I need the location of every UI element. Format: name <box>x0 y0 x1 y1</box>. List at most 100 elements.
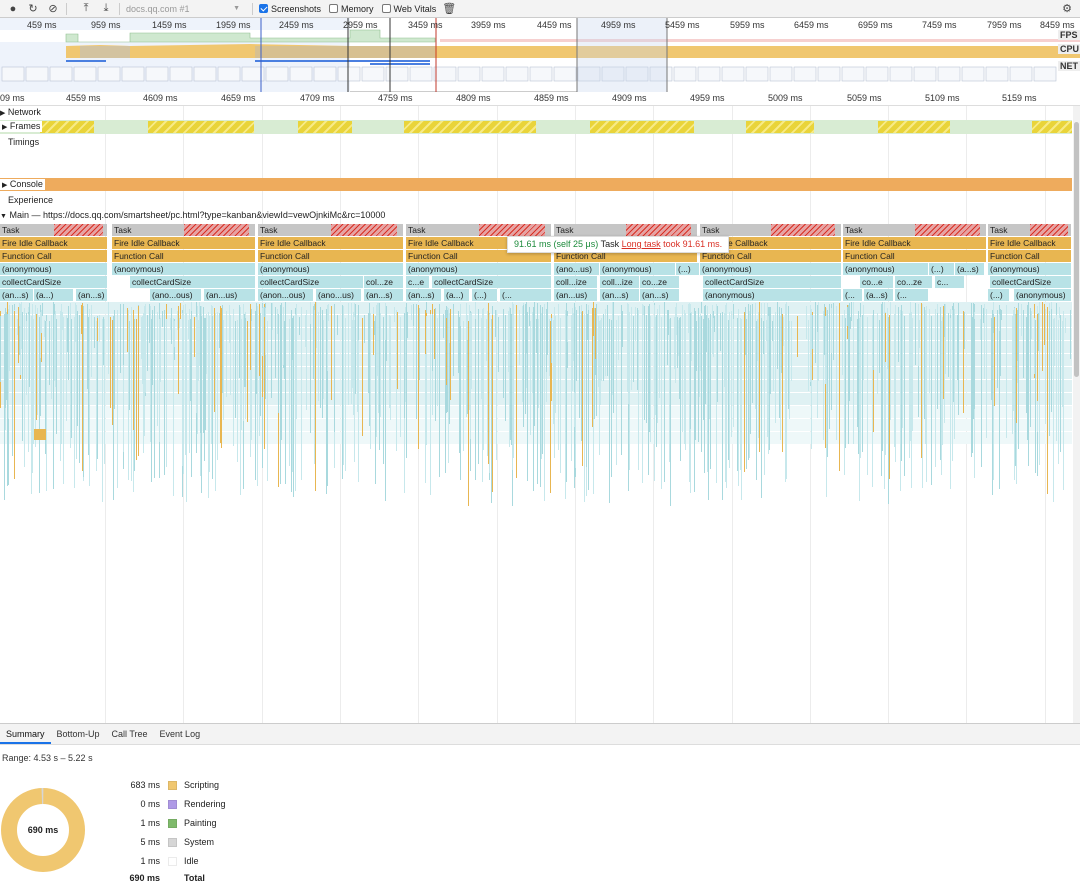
recording-select[interactable]: docs.qq.com #1 ▼ <box>126 4 246 14</box>
anonymous-block[interactable]: (a...) <box>444 289 470 301</box>
long-task-link[interactable]: Long task <box>622 239 661 249</box>
collect-card-size-block[interactable]: collectCardSize <box>432 276 552 288</box>
anonymous-block[interactable]: (...) <box>676 263 700 275</box>
anonymous-block[interactable]: (ano...us) <box>554 263 600 275</box>
anonymous-block[interactable]: (... <box>843 289 863 301</box>
collect-card-size-block[interactable]: collectCardSize <box>703 276 842 288</box>
frames-track[interactable]: ▶ Frames <box>0 120 1072 134</box>
fire-idle-callback-block[interactable]: Fire Idle Callback <box>843 237 987 249</box>
collect-card-size-block[interactable]: c... <box>935 276 965 288</box>
anonymous-block[interactable]: (anonymous) <box>700 263 842 275</box>
collect-card-size-block[interactable]: co...ze <box>895 276 933 288</box>
collect-card-size-block[interactable]: co...e <box>860 276 894 288</box>
trash-icon[interactable]: 🗑 <box>442 2 456 16</box>
clear-icon[interactable]: ⊘ <box>46 2 60 16</box>
flame-scrollbar-thumb[interactable] <box>1074 122 1079 377</box>
anonymous-block[interactable]: (an...s) <box>600 289 640 301</box>
upload-icon[interactable]: ⤒ <box>79 2 93 16</box>
record-icon[interactable]: ● <box>6 2 20 16</box>
screenshots-checkbox[interactable]: Screenshots <box>259 4 321 14</box>
flame-chart[interactable]: Task Fire Idle Callback Function Call Task F… <box>0 222 1072 722</box>
tab-summary[interactable]: Summary <box>0 724 51 744</box>
console-track[interactable]: ▶ Console <box>0 178 1072 191</box>
overview-tick-label: 5459 ms <box>665 20 700 30</box>
anonymous-block[interactable]: (...) <box>929 263 955 275</box>
anonymous-block[interactable]: (ano...ous) <box>150 289 202 301</box>
frame-bar[interactable] <box>1032 121 1072 133</box>
long-task-marker <box>479 224 545 236</box>
overview-tick-label: 3459 ms <box>408 20 443 30</box>
anonymous-block[interactable]: (anonymous) <box>112 263 256 275</box>
frame-bar[interactable] <box>746 121 814 133</box>
download-icon[interactable]: ⤓ <box>99 2 113 16</box>
anonymous-block[interactable]: (a...) <box>34 289 74 301</box>
gear-icon[interactable]: ⚙ <box>1060 2 1074 16</box>
frame-bar[interactable] <box>878 121 950 133</box>
anonymous-block[interactable]: (anonymous) <box>406 263 552 275</box>
fire-idle-callback-block[interactable]: Fire Idle Callback <box>988 237 1072 249</box>
anonymous-block[interactable]: (... <box>895 289 929 301</box>
collect-card-size-block[interactable]: c...e <box>406 276 430 288</box>
anonymous-block[interactable]: (an...s) <box>364 289 404 301</box>
anonymous-block[interactable]: (anonymous) <box>843 263 929 275</box>
frames-header[interactable]: ▶ Frames <box>0 121 43 132</box>
main-track-header[interactable]: ▼ Main — https://docs.qq.com/smartsheet/… <box>0 210 1072 222</box>
function-call-block[interactable]: Function Call <box>988 250 1072 262</box>
tab-bottom-up[interactable]: Bottom-Up <box>51 724 106 744</box>
donut-total: 690 ms <box>27 825 59 835</box>
fire-idle-callback-block[interactable]: Fire Idle Callback <box>258 237 404 249</box>
function-call-block[interactable]: Function Call <box>112 250 256 262</box>
collect-card-size-block[interactable]: collectCardSize <box>130 276 256 288</box>
anonymous-block[interactable]: (an...s) <box>406 289 442 301</box>
memory-checkbox[interactable]: Memory <box>329 4 374 14</box>
frame-bar[interactable] <box>298 121 352 133</box>
anonymous-block[interactable]: (ano...us) <box>316 289 362 301</box>
anonymous-block[interactable]: (anonymous) <box>703 289 842 301</box>
collect-card-size-block[interactable]: collectCardSize <box>990 276 1072 288</box>
anonymous-block[interactable]: (an...s) <box>640 289 680 301</box>
anonymous-block[interactable]: (... <box>500 289 552 301</box>
anonymous-block[interactable]: (a...s) <box>864 289 894 301</box>
tab-event-log[interactable]: Event Log <box>154 724 207 744</box>
anonymous-block[interactable]: (anonymous) <box>1014 289 1072 301</box>
anonymous-block[interactable]: (...) <box>472 289 498 301</box>
fire-idle-callback-block[interactable]: Fire Idle Callback <box>0 237 108 249</box>
frame-bar[interactable] <box>148 121 254 133</box>
legend-swatch <box>168 837 177 847</box>
anonymous-block[interactable]: (anonymous) <box>988 263 1072 275</box>
tab-call-tree[interactable]: Call Tree <box>106 724 154 744</box>
ruler-tick-label: 4859 ms <box>534 93 569 103</box>
collect-card-size-block[interactable]: col...ze <box>364 276 404 288</box>
fire-idle-callback-block[interactable]: Fire Idle Callback <box>112 237 256 249</box>
anonymous-block[interactable]: (anonymous) <box>258 263 404 275</box>
collect-card-size-block[interactable]: co...ze <box>640 276 680 288</box>
anonymous-block[interactable]: (an...s) <box>0 289 34 301</box>
function-call-block[interactable]: Function Call <box>0 250 108 262</box>
triangle-right-icon: ▶ <box>0 110 6 117</box>
network-track-header[interactable]: ▶ Network <box>0 107 1072 119</box>
anonymous-block[interactable]: (a...s) <box>955 263 985 275</box>
webvitals-checkbox[interactable]: Web Vitals <box>381 4 436 14</box>
function-call-block[interactable]: Function Call <box>843 250 987 262</box>
collect-card-size-block[interactable]: collectCardSize <box>258 276 364 288</box>
collect-card-size-block[interactable]: coll...ize <box>554 276 598 288</box>
anonymous-block[interactable]: (anon...ous) <box>258 289 314 301</box>
function-call-block[interactable]: Function Call <box>258 250 404 262</box>
anonymous-block[interactable]: (anonymous) <box>0 263 108 275</box>
task-tooltip: 91.61 ms (self 25 μs) Task Long task too… <box>507 236 730 253</box>
frame-bar[interactable] <box>590 121 694 133</box>
reload-record-icon[interactable]: ↻ <box>26 2 40 16</box>
anonymous-block[interactable]: (an...us) <box>204 289 256 301</box>
anonymous-block[interactable]: (anonymous) <box>600 263 676 275</box>
long-task-marker <box>54 224 103 236</box>
collect-card-size-block[interactable]: collectCardSize <box>0 276 108 288</box>
anonymous-block[interactable]: (an...us) <box>554 289 598 301</box>
anonymous-block[interactable]: (an...s) <box>76 289 108 301</box>
collect-card-size-block[interactable]: coll...ize <box>600 276 640 288</box>
frame-bar[interactable] <box>40 121 94 133</box>
timeline-overview[interactable]: 459 ms 959 ms 1459 ms 1959 ms 2459 ms 2959 ms… <box>0 18 1080 92</box>
console-header[interactable]: ▶ Console <box>0 179 45 190</box>
anonymous-block[interactable]: (...) <box>988 289 1010 301</box>
ruler-tick-label: 4959 ms <box>690 93 725 103</box>
frame-bar[interactable] <box>404 121 536 133</box>
